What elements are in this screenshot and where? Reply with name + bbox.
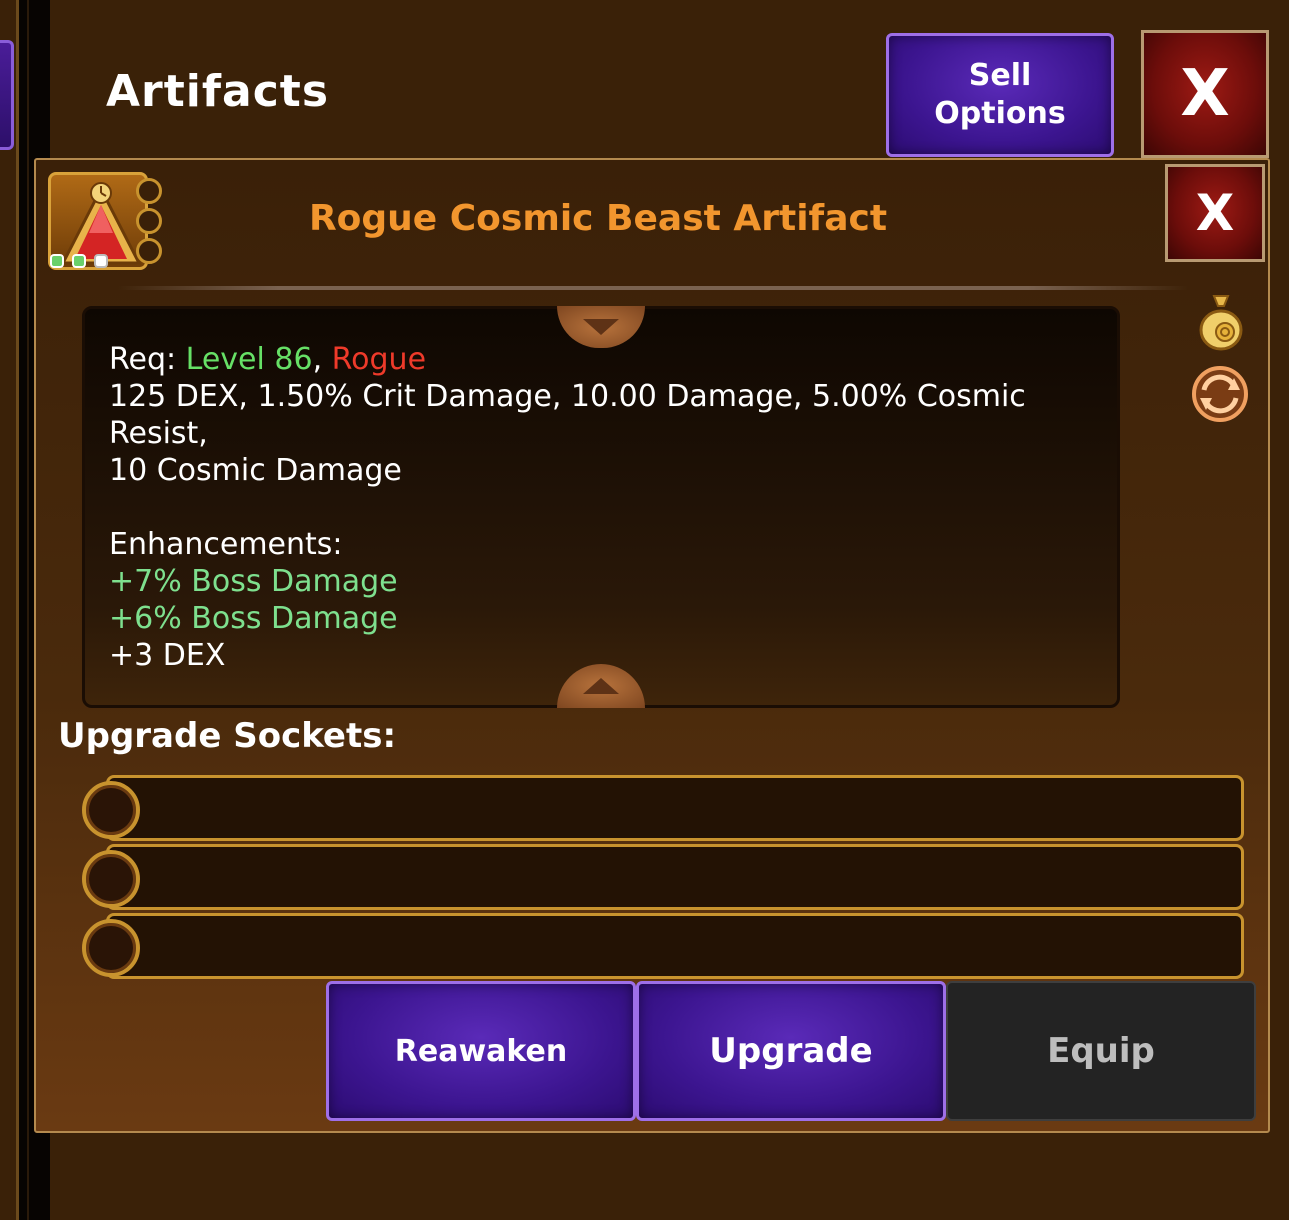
item-description-box[interactable]: Req: Level 86, Rogue 125 DEX, 1.50% Crit… bbox=[82, 306, 1120, 708]
upgrade-socket-slot[interactable] bbox=[106, 844, 1244, 910]
reawaken-label: Reawaken bbox=[394, 1033, 568, 1069]
green-gem-icon bbox=[50, 254, 64, 268]
enhancement-item: +7% Boss Damage bbox=[109, 564, 398, 599]
socket-ring-icon bbox=[82, 919, 140, 977]
chevron-down-icon bbox=[583, 319, 619, 335]
page-title: Artifacts bbox=[106, 66, 330, 117]
close-window-button[interactable]: X bbox=[1141, 30, 1269, 158]
sell-options-label-line1: Sell bbox=[968, 58, 1032, 93]
enhancements-label: Enhancements: bbox=[109, 527, 343, 562]
close-item-button[interactable]: X bbox=[1165, 164, 1265, 262]
upgrade-socket-slot[interactable] bbox=[106, 913, 1244, 979]
socket-ring-icon bbox=[82, 850, 140, 908]
equip-label: Equip bbox=[1047, 1031, 1155, 1071]
stats-line: 10 Cosmic Damage bbox=[109, 453, 402, 488]
icon-socket-dot bbox=[136, 238, 162, 264]
upgrade-socket-slot[interactable] bbox=[106, 775, 1244, 841]
title-divider bbox=[118, 286, 1188, 290]
sell-options-button[interactable]: Sell Options bbox=[886, 33, 1114, 157]
chevron-up-icon bbox=[583, 678, 619, 694]
upgrade-button[interactable]: Upgrade bbox=[636, 981, 946, 1121]
close-icon: X bbox=[1180, 57, 1230, 131]
upgrade-label: Upgrade bbox=[709, 1031, 873, 1071]
close-icon: X bbox=[1195, 184, 1235, 242]
req-label: Req: bbox=[109, 342, 177, 377]
item-title: Rogue Cosmic Beast Artifact bbox=[308, 198, 888, 239]
stats-line: 125 DEX, 1.50% Crit Damage, 10.00 Damage… bbox=[109, 379, 1026, 451]
item-description-text: Req: Level 86, Rogue 125 DEX, 1.50% Crit… bbox=[109, 341, 1099, 674]
equip-button[interactable]: Equip bbox=[946, 981, 1256, 1121]
socket-ring-icon bbox=[82, 781, 140, 839]
gold-bag-icon[interactable] bbox=[1196, 292, 1246, 352]
req-level: Level 86 bbox=[185, 342, 313, 377]
left-side-tab[interactable] bbox=[0, 40, 14, 150]
sell-options-label-line2: Options bbox=[934, 96, 1066, 131]
req-class: Rogue bbox=[331, 342, 427, 377]
enhancement-item: +6% Boss Damage bbox=[109, 601, 398, 636]
refresh-icon[interactable] bbox=[1190, 364, 1250, 424]
upgrade-sockets-label: Upgrade Sockets: bbox=[58, 716, 397, 756]
reawaken-button[interactable]: Reawaken bbox=[326, 981, 636, 1121]
req-separator: , bbox=[312, 342, 323, 377]
green-gem-icon bbox=[72, 254, 86, 268]
white-gem-icon bbox=[94, 254, 108, 268]
